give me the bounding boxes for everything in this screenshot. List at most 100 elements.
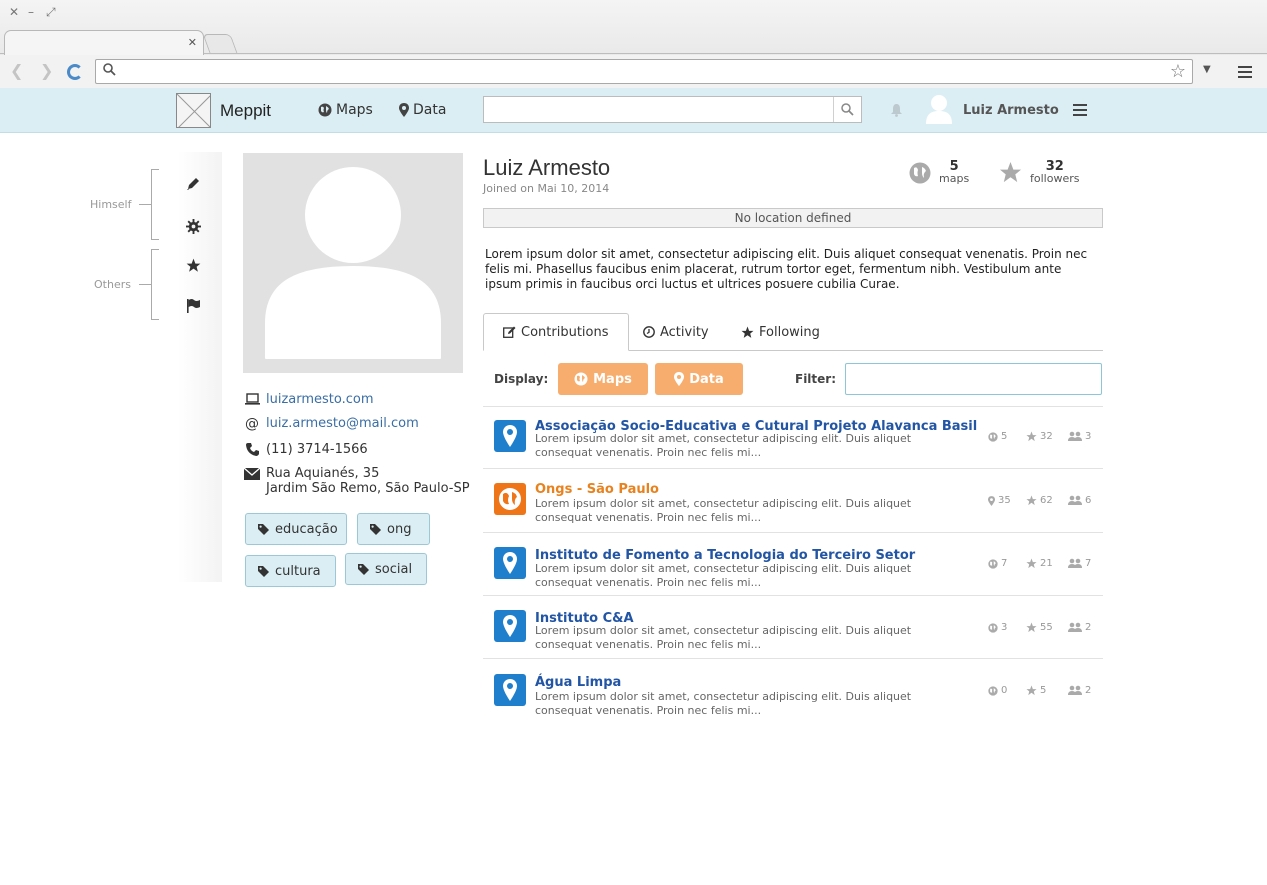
- maps-stat[interactable]: 5 maps: [909, 160, 969, 185]
- window-maximize-icon[interactable]: ⤢: [46, 5, 56, 20]
- data-item-icon[interactable]: [494, 483, 526, 515]
- meta-value: 7: [1001, 558, 1008, 569]
- phone-number: (11) 3714-1566: [266, 442, 368, 457]
- contribution-title[interactable]: Instituto de Fomento a Tecnologia do Ter…: [535, 548, 915, 563]
- globe-icon: [499, 488, 521, 510]
- user-avatar-icon[interactable]: [925, 94, 953, 124]
- forward-icon[interactable]: ❯: [40, 61, 53, 80]
- profile-bio: Lorem ipsum dolor sit amet, consectetur …: [485, 247, 1088, 291]
- new-tab-button[interactable]: [202, 34, 238, 53]
- reload-icon[interactable]: [67, 64, 83, 80]
- gear-icon: [185, 218, 201, 234]
- settings-button[interactable]: [184, 217, 202, 235]
- website-link[interactable]: luizarmesto.com: [266, 392, 374, 407]
- list-divider: [483, 468, 1103, 469]
- tab-close-icon[interactable]: ✕: [188, 36, 197, 49]
- report-button[interactable]: [184, 296, 202, 314]
- map-item-icon[interactable]: [494, 420, 526, 452]
- meta-value: 6: [1085, 495, 1092, 506]
- marker-icon: [674, 372, 685, 386]
- users-icon: [1068, 558, 1082, 568]
- star-icon: [999, 161, 1022, 183]
- tag-label: social: [375, 561, 413, 577]
- envelope-icon: [244, 468, 260, 480]
- contribution-title[interactable]: Ongs - São Paulo: [535, 482, 659, 497]
- map-item-icon[interactable]: [494, 674, 526, 706]
- laptop-icon: [244, 393, 260, 405]
- browser-toolbar: ❮ ❯ ☆ ▼: [0, 55, 1267, 88]
- dropdown-arrow-icon[interactable]: ▼: [1203, 64, 1211, 75]
- map-item-icon[interactable]: [494, 610, 526, 642]
- bracket-tick: [139, 284, 151, 285]
- window-minimize-icon[interactable]: –: [28, 5, 34, 19]
- globe-icon: [988, 622, 998, 633]
- item-stars-meta: 5: [1026, 685, 1046, 696]
- header-search-input[interactable]: [483, 96, 862, 123]
- star-icon: [1026, 685, 1037, 696]
- favorites-button[interactable]: [184, 256, 202, 274]
- tag-social[interactable]: social: [345, 553, 427, 585]
- meta-value: 5: [1001, 431, 1008, 442]
- edit-profile-button[interactable]: [184, 175, 202, 193]
- browser-menu-icon[interactable]: [1238, 66, 1252, 81]
- meta-value: 5: [1040, 685, 1047, 696]
- tab-following[interactable]: Following: [741, 313, 820, 351]
- meta-value: 55: [1040, 622, 1053, 633]
- pencil-icon: [187, 178, 199, 190]
- back-icon[interactable]: ❮: [10, 61, 23, 80]
- at-icon: @: [245, 416, 259, 432]
- item-maps-meta: 5: [988, 431, 1007, 442]
- address-row: Rua Aquianés, 35 Jardim São Remo, São Pa…: [244, 466, 470, 496]
- address-bar[interactable]: ☆: [95, 59, 1193, 84]
- browser-tab[interactable]: ✕: [4, 30, 204, 55]
- email-row: @ luiz.armesto@mail.com: [244, 416, 419, 432]
- user-silhouette-icon: [265, 167, 441, 359]
- tab-activity[interactable]: Activity: [643, 313, 709, 351]
- location-bar: No location defined: [483, 208, 1103, 228]
- followers-stat[interactable]: 32 followers: [999, 160, 1079, 185]
- marker-icon: [503, 679, 517, 701]
- nav-maps-link[interactable]: Maps: [318, 102, 373, 118]
- address-line-2: Jardim São Remo, São Paulo-SP: [266, 481, 470, 496]
- map-item-icon[interactable]: [494, 547, 526, 579]
- bell-icon[interactable]: [890, 103, 903, 117]
- email-link[interactable]: luiz.armesto@mail.com: [266, 416, 419, 431]
- star-icon: [186, 258, 200, 272]
- contribution-desc: Lorem ipsum dolor sit amet, consectetur …: [535, 497, 912, 524]
- list-divider: [483, 406, 1103, 407]
- contribution-title[interactable]: Água Limpa: [535, 675, 621, 690]
- tag-label: educação: [275, 521, 338, 537]
- browser-chrome: ✕ – ⤢ ✕ ❮ ❯ ☆ ▼: [0, 0, 1267, 88]
- logo-placeholder-icon[interactable]: [176, 93, 211, 128]
- globe-icon: [318, 103, 332, 117]
- filter-input[interactable]: [845, 363, 1102, 395]
- tag-ong[interactable]: ong: [357, 513, 430, 545]
- display-label: Display:: [494, 372, 549, 386]
- item-users-meta: 3: [1068, 431, 1091, 442]
- display-data-button[interactable]: Data: [655, 363, 743, 395]
- tag-cultura[interactable]: cultura: [245, 555, 336, 587]
- filter-label: Filter:: [795, 372, 837, 386]
- nav-data-link[interactable]: Data: [399, 102, 446, 118]
- brand-name[interactable]: Meppit: [220, 101, 271, 121]
- tab-following-label: Following: [759, 324, 820, 340]
- tag-educacao[interactable]: educação: [245, 513, 347, 545]
- nav-maps-label: Maps: [336, 102, 373, 118]
- side-group-others-label: Others: [94, 278, 131, 291]
- star-icon: [1026, 558, 1037, 569]
- clock-icon: [643, 326, 655, 338]
- user-name[interactable]: Luiz Armesto: [963, 103, 1059, 118]
- edit-icon: [503, 326, 516, 338]
- item-data-meta: 35: [988, 495, 1011, 506]
- star-icon: [1026, 431, 1037, 442]
- window-close-icon[interactable]: ✕: [9, 5, 19, 19]
- star-icon: [741, 326, 754, 338]
- bookmark-star-icon[interactable]: ☆: [1170, 61, 1186, 82]
- followers-label: followers: [1030, 172, 1080, 185]
- meta-value: 21: [1040, 558, 1053, 569]
- header-search-button[interactable]: [833, 97, 861, 122]
- users-icon: [1068, 685, 1082, 695]
- tab-contributions[interactable]: Contributions: [483, 313, 629, 351]
- display-maps-button[interactable]: Maps: [558, 363, 648, 395]
- app-menu-icon[interactable]: [1073, 104, 1087, 119]
